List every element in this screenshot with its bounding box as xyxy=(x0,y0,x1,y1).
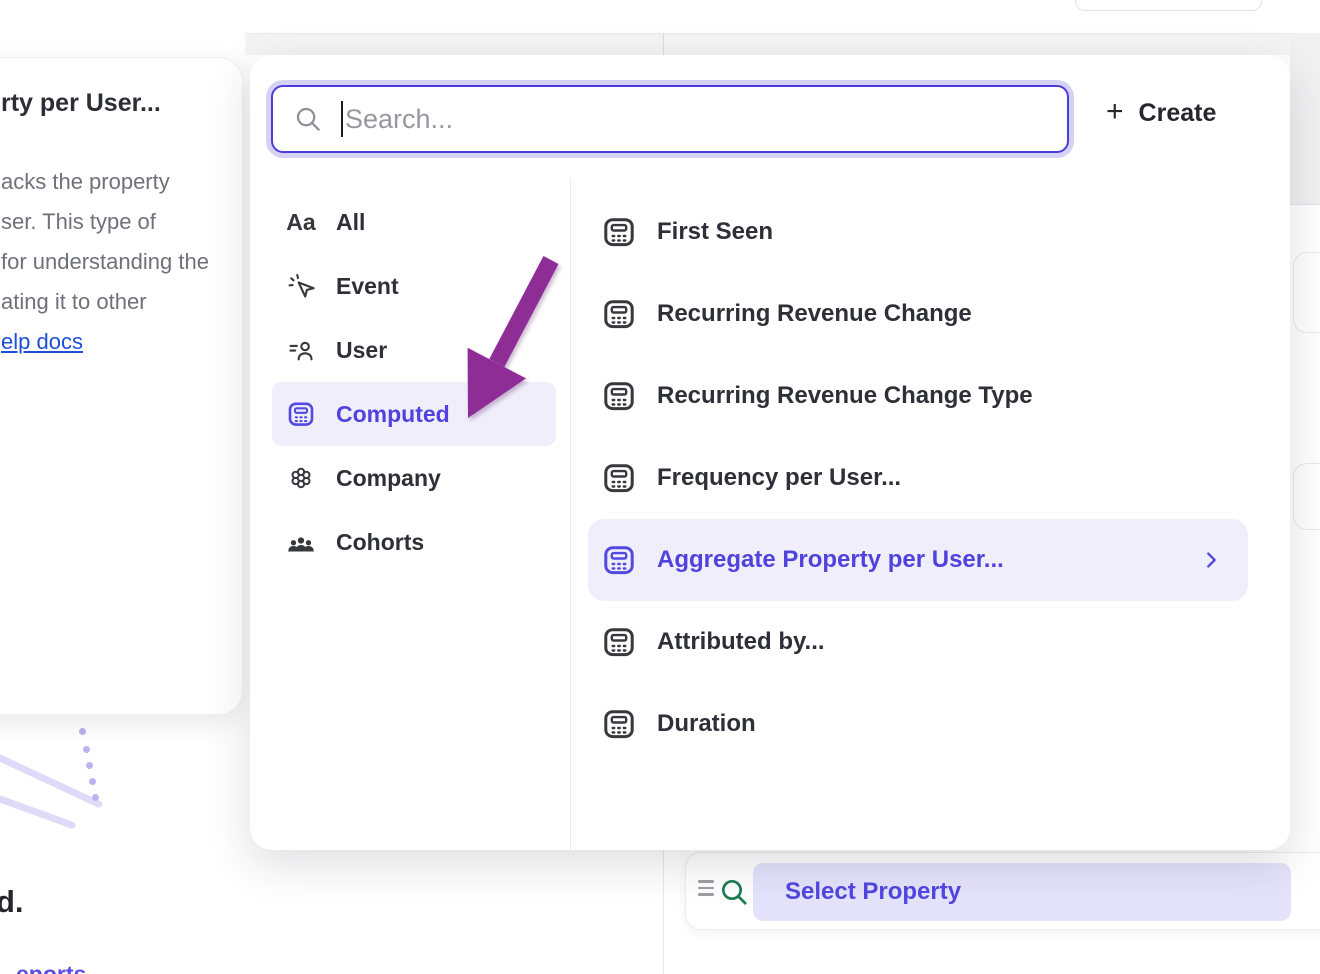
calculator-icon xyxy=(600,706,638,742)
select-property-bar: Select Property xyxy=(685,852,1320,930)
background-panel-divider-lower xyxy=(663,850,664,974)
tooltip-text-line: ser. This type of xyxy=(1,209,156,235)
property-row-duration[interactable]: Duration xyxy=(588,683,1248,765)
property-picker-popover: + Create Aa All Event xyxy=(250,55,1290,850)
event-cursor-icon xyxy=(285,272,317,300)
property-label: Duration xyxy=(657,710,756,738)
plus-icon: + xyxy=(1106,97,1124,127)
property-row-first-seen[interactable]: First Seen xyxy=(588,191,1248,273)
aa-icon: Aa xyxy=(285,209,317,236)
category-label: User xyxy=(336,337,387,364)
category-item-company[interactable]: Company xyxy=(272,446,556,510)
property-label: Recurring Revenue Change Type xyxy=(657,382,1033,410)
background-toolbar-band xyxy=(245,33,1320,55)
help-docs-link[interactable]: elp docs xyxy=(1,329,83,355)
property-row-frequency-per-user[interactable]: Frequency per User... xyxy=(588,437,1248,519)
decor-dot xyxy=(86,762,93,769)
popover-column-divider xyxy=(570,178,571,850)
category-label: Cohorts xyxy=(336,529,424,556)
chevron-right-icon xyxy=(1200,549,1222,571)
calculator-icon xyxy=(600,624,638,660)
search-field[interactable] xyxy=(271,85,1069,153)
background-right-panel xyxy=(1290,33,1320,205)
decor-dot xyxy=(79,728,86,735)
property-row-attributed-by[interactable]: Attributed by... xyxy=(588,601,1248,683)
calculator-icon xyxy=(600,296,638,332)
category-item-all[interactable]: Aa All xyxy=(272,190,556,254)
company-cluster-icon xyxy=(285,464,317,492)
partial-card-right-1 xyxy=(1293,252,1320,333)
calculator-icon xyxy=(600,214,638,250)
partial-button-top-right[interactable] xyxy=(1075,0,1262,11)
clipped-link-fragment: eports xyxy=(16,961,86,974)
tooltip-text-line: for understanding the xyxy=(1,249,209,275)
annotation-arrow-icon xyxy=(438,250,568,430)
search-input[interactable] xyxy=(345,104,1067,135)
property-label: Frequency per User... xyxy=(657,464,901,492)
decor-diagonal-line xyxy=(0,748,103,808)
user-list-icon xyxy=(285,336,317,364)
property-label: First Seen xyxy=(657,218,773,246)
category-item-cohorts[interactable]: Cohorts xyxy=(272,510,556,574)
category-label: Event xyxy=(336,273,399,300)
property-search-icon xyxy=(718,876,750,908)
clipped-heading-fragment: d. xyxy=(0,884,24,920)
tooltip-text-line: acks the property xyxy=(1,169,170,195)
create-button[interactable]: + Create xyxy=(1106,99,1216,128)
calculator-icon xyxy=(600,460,638,496)
partial-card-right-2 xyxy=(1293,463,1320,530)
calculator-icon xyxy=(600,542,638,578)
tooltip-title: rty per User... xyxy=(1,89,161,118)
property-row-aggregate-property-per-user[interactable]: Aggregate Property per User... xyxy=(588,519,1248,601)
background-panel-divider xyxy=(663,33,664,55)
property-label: Attributed by... xyxy=(657,628,825,656)
calculator-icon xyxy=(600,378,638,414)
search-icon xyxy=(293,104,323,134)
decor-dot xyxy=(83,746,90,753)
property-row-recurring-revenue-change[interactable]: Recurring Revenue Change xyxy=(588,273,1248,355)
category-label: All xyxy=(336,209,365,236)
property-list: First Seen Recurring Revenue Change xyxy=(588,191,1248,765)
property-row-recurring-revenue-change-type[interactable]: Recurring Revenue Change Type xyxy=(588,355,1248,437)
select-property-button[interactable]: Select Property xyxy=(753,863,1291,921)
create-button-label: Create xyxy=(1139,99,1217,128)
property-label: Aggregate Property per User... xyxy=(657,546,1004,574)
drag-handle-icon[interactable] xyxy=(698,880,714,900)
calculator-icon xyxy=(285,399,317,429)
decor-dot xyxy=(92,794,99,801)
property-tooltip-card: rty per User... acks the property ser. T… xyxy=(0,57,243,715)
category-label: Company xyxy=(336,465,441,492)
category-label: Computed xyxy=(336,401,450,428)
search-focus-ring xyxy=(266,80,1074,158)
decor-dot xyxy=(89,778,96,785)
property-label: Recurring Revenue Change xyxy=(657,300,972,328)
cohorts-people-icon xyxy=(285,527,317,557)
text-caret xyxy=(341,101,343,137)
tooltip-text-line: ating it to other xyxy=(1,289,147,315)
